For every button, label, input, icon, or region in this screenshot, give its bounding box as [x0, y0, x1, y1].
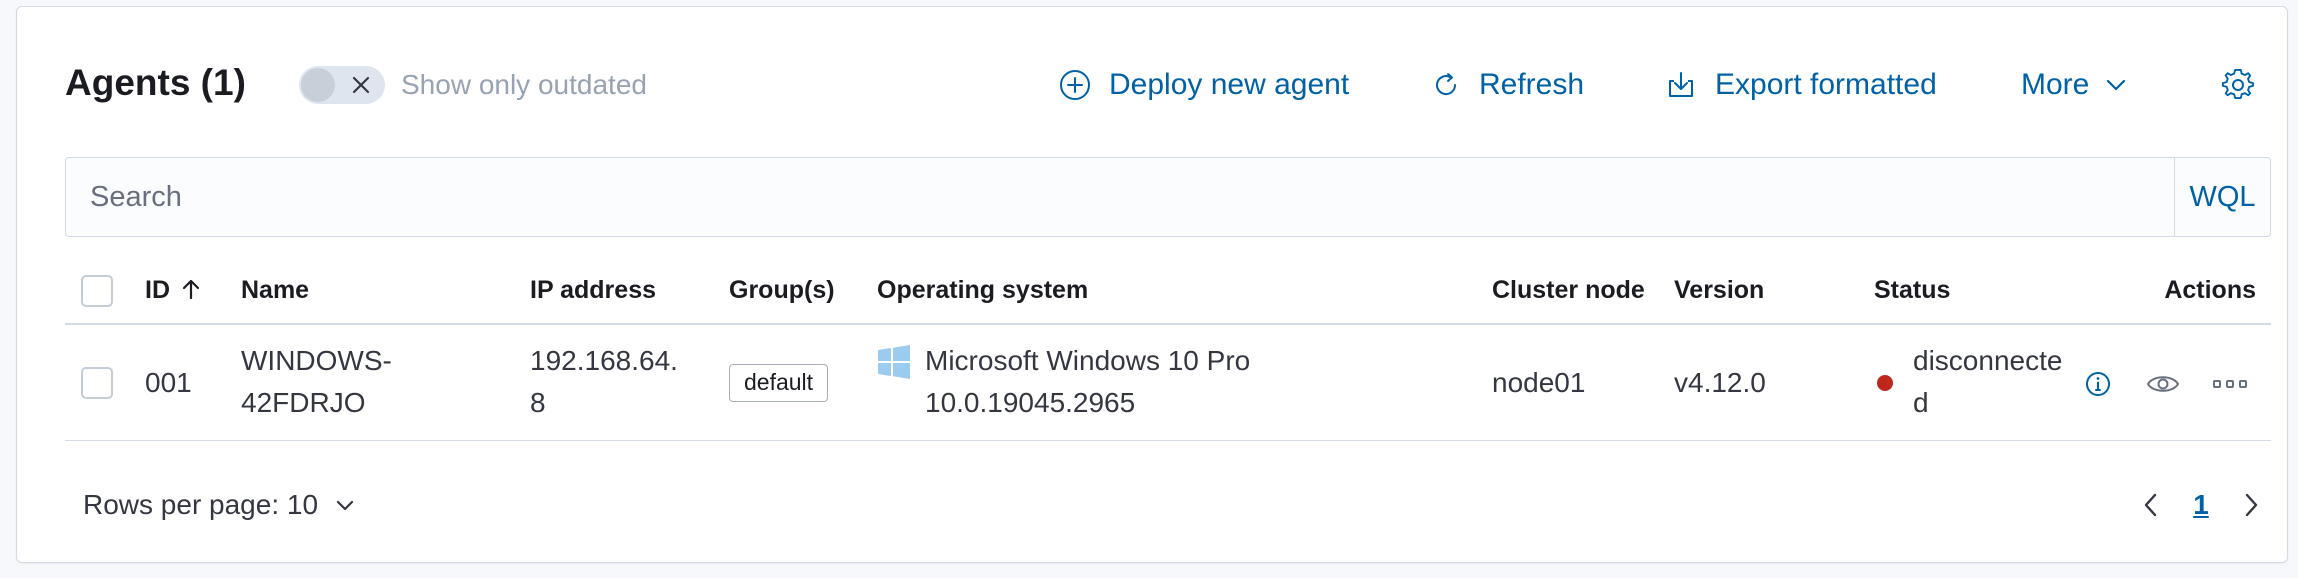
agents-panel: Agents (1) Show only outdated Deploy new… — [16, 6, 2288, 563]
rows-per-page-label: Rows per page: 10 — [83, 489, 319, 520]
pagination: 1 — [2133, 487, 2269, 523]
info-icon[interactable] — [2085, 371, 2111, 397]
agent-ip-line1: 192.168.64. — [530, 345, 678, 376]
more-label: More — [2021, 68, 2090, 101]
previous-page-button[interactable] — [2133, 487, 2169, 523]
wql-button[interactable]: WQL — [2174, 158, 2270, 236]
more-button[interactable]: More — [2021, 65, 2129, 105]
eye-icon[interactable] — [2146, 371, 2180, 397]
export-button[interactable]: Export formatted — [1665, 65, 1937, 105]
group-badge[interactable]: default — [729, 364, 829, 402]
column-header-name[interactable]: Name — [241, 275, 309, 305]
refresh-label: Refresh — [1479, 68, 1585, 101]
column-header-ip[interactable]: IP address — [530, 275, 656, 305]
deploy-agent-button[interactable]: Deploy new agent — [1059, 65, 1349, 105]
download-icon — [1669, 72, 1693, 97]
outdated-toggle[interactable] — [299, 66, 385, 104]
page-number-button[interactable]: 1 — [2181, 489, 2221, 521]
agent-name[interactable]: WINDOWS- 42FDRJO — [241, 340, 392, 424]
windows-logo-icon — [878, 345, 910, 379]
gear-icon — [2221, 68, 2254, 100]
export-label: Export formatted — [1715, 68, 1937, 101]
agent-status: disconnecte d — [1913, 340, 2062, 424]
rows-per-page-selector[interactable]: Rows per page: 10 — [83, 489, 356, 521]
agent-version: v4.12.0 — [1674, 367, 1766, 398]
agent-name-line2: 42FDRJO — [241, 387, 366, 418]
chevron-right-icon — [2245, 493, 2258, 517]
close-icon — [347, 71, 375, 99]
column-header-cluster-node[interactable]: Cluster node — [1492, 275, 1645, 305]
agent-ip-line2: 8 — [530, 387, 546, 418]
column-header-status[interactable]: Status — [1874, 275, 1950, 305]
sort-ascending-icon — [182, 279, 200, 300]
deploy-agent-label: Deploy new agent — [1109, 68, 1350, 101]
column-header-os[interactable]: Operating system — [877, 275, 1088, 305]
refresh-button[interactable]: Refresh — [1431, 65, 1584, 105]
column-header-actions: Actions — [2164, 276, 2256, 304]
plus-circle-icon — [1060, 70, 1090, 100]
column-header-version[interactable]: Version — [1674, 275, 1764, 305]
agent-status-line2: d — [1913, 387, 1929, 418]
toggle-knob — [301, 68, 335, 102]
search-input[interactable] — [66, 158, 2174, 236]
next-page-button[interactable] — [2233, 487, 2269, 523]
chevron-down-icon — [336, 500, 354, 511]
agent-id: 001 — [145, 367, 192, 398]
table-header: ID Name IP address Group(s) Operating sy… — [65, 257, 2271, 325]
select-all-checkbox[interactable] — [81, 275, 113, 307]
column-header-id[interactable]: ID — [145, 275, 204, 305]
agent-os: Microsoft Windows 10 Pro 10.0.19045.2965 — [925, 340, 1250, 424]
settings-button[interactable] — [2221, 65, 2255, 105]
outdated-toggle-label[interactable]: Show only outdated — [401, 69, 647, 101]
refresh-icon — [1436, 73, 1457, 96]
agent-status-line1: disconnecte — [1913, 345, 2063, 376]
status-dot — [1877, 375, 1893, 391]
search-bar: WQL — [65, 157, 2271, 237]
column-header-id-label: ID — [145, 276, 170, 304]
agent-ip: 192.168.64. 8 — [530, 340, 678, 424]
more-actions-icon[interactable] — [2212, 375, 2248, 393]
agent-name-line1: WINDOWS- — [241, 345, 392, 376]
agent-os-line2: 10.0.19045.2965 — [925, 387, 1136, 418]
chevron-left-icon — [2144, 493, 2157, 517]
agent-cluster-node: node01 — [1492, 367, 1586, 398]
page-title: Agents (1) — [65, 62, 246, 103]
column-header-groups: Group(s) — [729, 276, 835, 304]
chevron-down-icon — [2107, 79, 2126, 91]
row-checkbox[interactable] — [81, 367, 113, 399]
agent-os-line1: Microsoft Windows 10 Pro — [925, 345, 1251, 376]
table-row[interactable]: 001 WINDOWS- 42FDRJO 192.168.64. 8 defau… — [65, 325, 2271, 441]
